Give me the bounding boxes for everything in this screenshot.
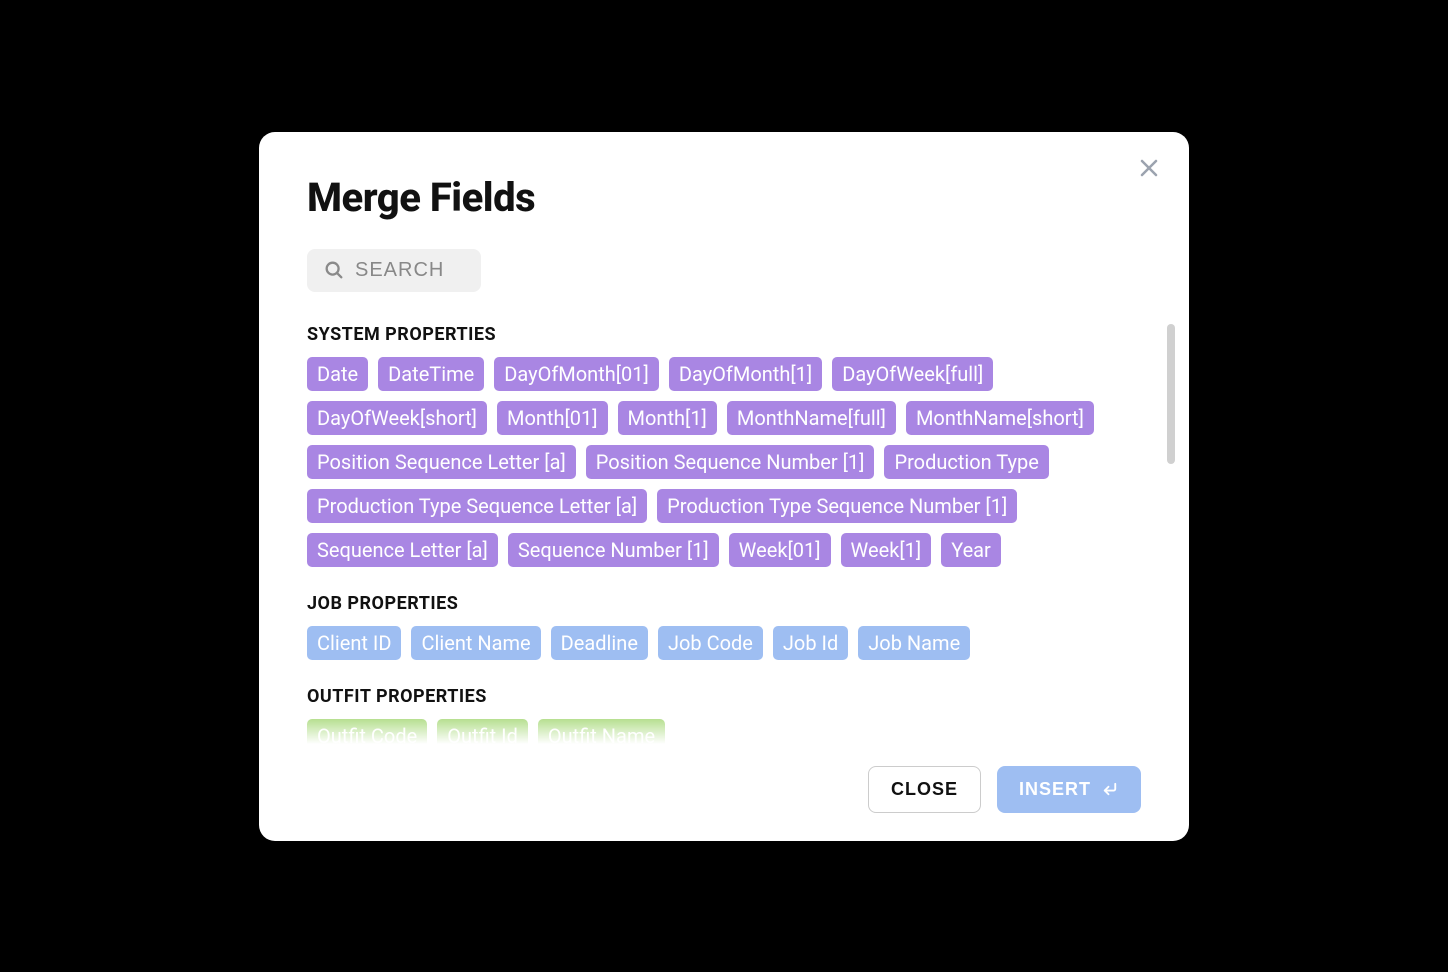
merge-field-tag[interactable]: Sequence Number [1]	[508, 533, 719, 567]
merge-field-tag[interactable]: Job Id	[773, 626, 848, 660]
modal-header: Merge Fields	[259, 132, 1189, 231]
merge-field-tag[interactable]: Week[01]	[729, 533, 831, 567]
merge-field-tag[interactable]: Client ID	[307, 626, 401, 660]
merge-field-tag[interactable]: Year	[941, 533, 1001, 567]
merge-field-tag[interactable]: Outfit Id	[437, 719, 528, 744]
merge-field-tag[interactable]: DayOfMonth[1]	[669, 357, 822, 391]
merge-field-tag[interactable]: Position Sequence Letter [a]	[307, 445, 576, 479]
merge-field-tag[interactable]: Position Sequence Number [1]	[586, 445, 875, 479]
merge-field-tag[interactable]: Job Name	[858, 626, 970, 660]
enter-icon	[1101, 780, 1119, 798]
merge-field-tag[interactable]: Outfit Name	[538, 719, 665, 744]
search-wrap	[259, 231, 1189, 304]
merge-field-tag[interactable]: Client Name	[411, 626, 540, 660]
merge-field-tag[interactable]: Week[1]	[841, 533, 932, 567]
merge-field-tag[interactable]: Production Type Sequence Letter [a]	[307, 489, 647, 523]
merge-field-tag[interactable]: Outfit Code	[307, 719, 427, 744]
merge-fields-modal: Merge Fields SYSTEM PROPERTIES Date Date…	[259, 132, 1189, 841]
merge-field-tag[interactable]: DateTime	[378, 357, 484, 391]
scroll-content: SYSTEM PROPERTIES Date DateTime DayOfMon…	[307, 324, 1141, 744]
merge-field-tag[interactable]: Job Code	[658, 626, 763, 660]
system-tags: Date DateTime DayOfMonth[01] DayOfMonth[…	[307, 357, 1141, 567]
merge-field-tag[interactable]: MonthName[short]	[906, 401, 1094, 435]
insert-button-label: INSERT	[1019, 779, 1091, 800]
merge-field-tag[interactable]: Month[1]	[618, 401, 717, 435]
merge-field-tag[interactable]: DayOfMonth[01]	[494, 357, 659, 391]
merge-field-tag[interactable]: Month[01]	[497, 401, 608, 435]
section-title: SYSTEM PROPERTIES	[307, 324, 1141, 345]
merge-field-tag[interactable]: DayOfWeek[short]	[307, 401, 487, 435]
section-outfit-properties: OUTFIT PROPERTIES Outfit Code Outfit Id …	[307, 686, 1141, 744]
merge-field-tag[interactable]: Production Type	[884, 445, 1048, 479]
close-button-label: CLOSE	[891, 779, 958, 800]
section-title: OUTFIT PROPERTIES	[307, 686, 1141, 707]
section-title: JOB PROPERTIES	[307, 593, 1141, 614]
merge-field-tag[interactable]: Date	[307, 357, 368, 391]
section-system-properties: SYSTEM PROPERTIES Date DateTime DayOfMon…	[307, 324, 1141, 567]
search-box[interactable]	[307, 249, 481, 292]
section-job-properties: JOB PROPERTIES Client ID Client Name Dea…	[307, 593, 1141, 660]
merge-field-tag[interactable]: Deadline	[551, 626, 648, 660]
insert-button[interactable]: INSERT	[997, 766, 1141, 813]
scrollbar[interactable]	[1167, 324, 1175, 464]
scroll-area: SYSTEM PROPERTIES Date DateTime DayOfMon…	[259, 304, 1189, 744]
close-button[interactable]: CLOSE	[868, 766, 981, 813]
close-icon[interactable]	[1133, 152, 1165, 184]
merge-field-tag[interactable]: DayOfWeek[full]	[832, 357, 993, 391]
merge-field-tag[interactable]: Sequence Letter [a]	[307, 533, 498, 567]
modal-title: Merge Fields	[307, 174, 1141, 221]
job-tags: Client ID Client Name Deadline Job Code …	[307, 626, 1141, 660]
search-icon	[323, 259, 345, 281]
outfit-tags: Outfit Code Outfit Id Outfit Name	[307, 719, 1141, 744]
merge-field-tag[interactable]: Production Type Sequence Number [1]	[657, 489, 1017, 523]
modal-footer: CLOSE INSERT	[259, 744, 1189, 841]
search-input[interactable]	[355, 259, 465, 282]
merge-field-tag[interactable]: MonthName[full]	[727, 401, 896, 435]
